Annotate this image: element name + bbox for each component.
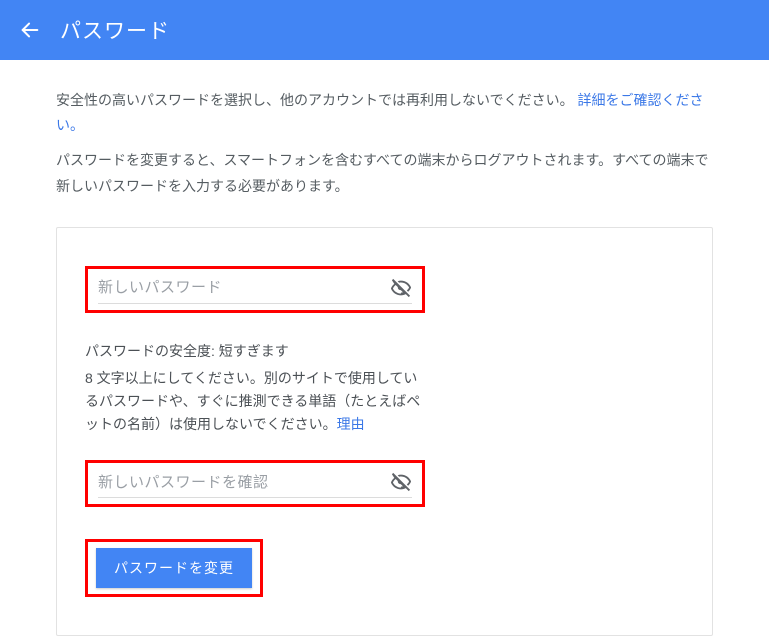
change-password-button[interactable]: パスワードを変更 bbox=[96, 548, 252, 588]
back-arrow-icon[interactable] bbox=[18, 18, 42, 42]
page-title: パスワード bbox=[60, 15, 170, 45]
new-password-input[interactable] bbox=[98, 279, 390, 296]
intro-text-1: 安全性の高いパスワードを選択し、他のアカウントでは再利用しないでください。 詳細… bbox=[56, 88, 713, 138]
submit-highlight: パスワードを変更 bbox=[85, 539, 263, 597]
confirm-password-input[interactable] bbox=[98, 474, 390, 491]
confirm-password-row bbox=[98, 471, 412, 498]
visibility-off-icon[interactable] bbox=[390, 277, 412, 299]
strength-label: パスワードの安全度: 短すぎます bbox=[85, 341, 425, 361]
strength-help-text: 8 文字以上にしてください。別のサイトで使用しているパスワードや、すぐに推測でき… bbox=[85, 370, 420, 432]
reason-link[interactable]: 理由 bbox=[337, 416, 365, 432]
header-bar: パスワード bbox=[0, 0, 769, 60]
visibility-off-icon[interactable] bbox=[390, 471, 412, 493]
intro-text-2: パスワードを変更すると、スマートフォンを含むすべての端末からログアウトされます。… bbox=[56, 148, 713, 198]
content-area: 安全性の高いパスワードを選択し、他のアカウントでは再利用しないでください。 詳細… bbox=[0, 60, 769, 636]
new-password-row bbox=[98, 277, 412, 304]
password-card: パスワードの安全度: 短すぎます 8 文字以上にしてください。別のサイトで使用し… bbox=[56, 227, 713, 636]
strength-help: 8 文字以上にしてください。別のサイトで使用しているパスワードや、すぐに推測でき… bbox=[85, 367, 425, 436]
strength-block: パスワードの安全度: 短すぎます 8 文字以上にしてください。別のサイトで使用し… bbox=[85, 341, 425, 436]
intro-pre: 安全性の高いパスワードを選択し、他のアカウントでは再利用しないでください。 bbox=[56, 92, 574, 108]
confirm-password-highlight bbox=[85, 460, 425, 507]
new-password-highlight bbox=[85, 266, 425, 313]
